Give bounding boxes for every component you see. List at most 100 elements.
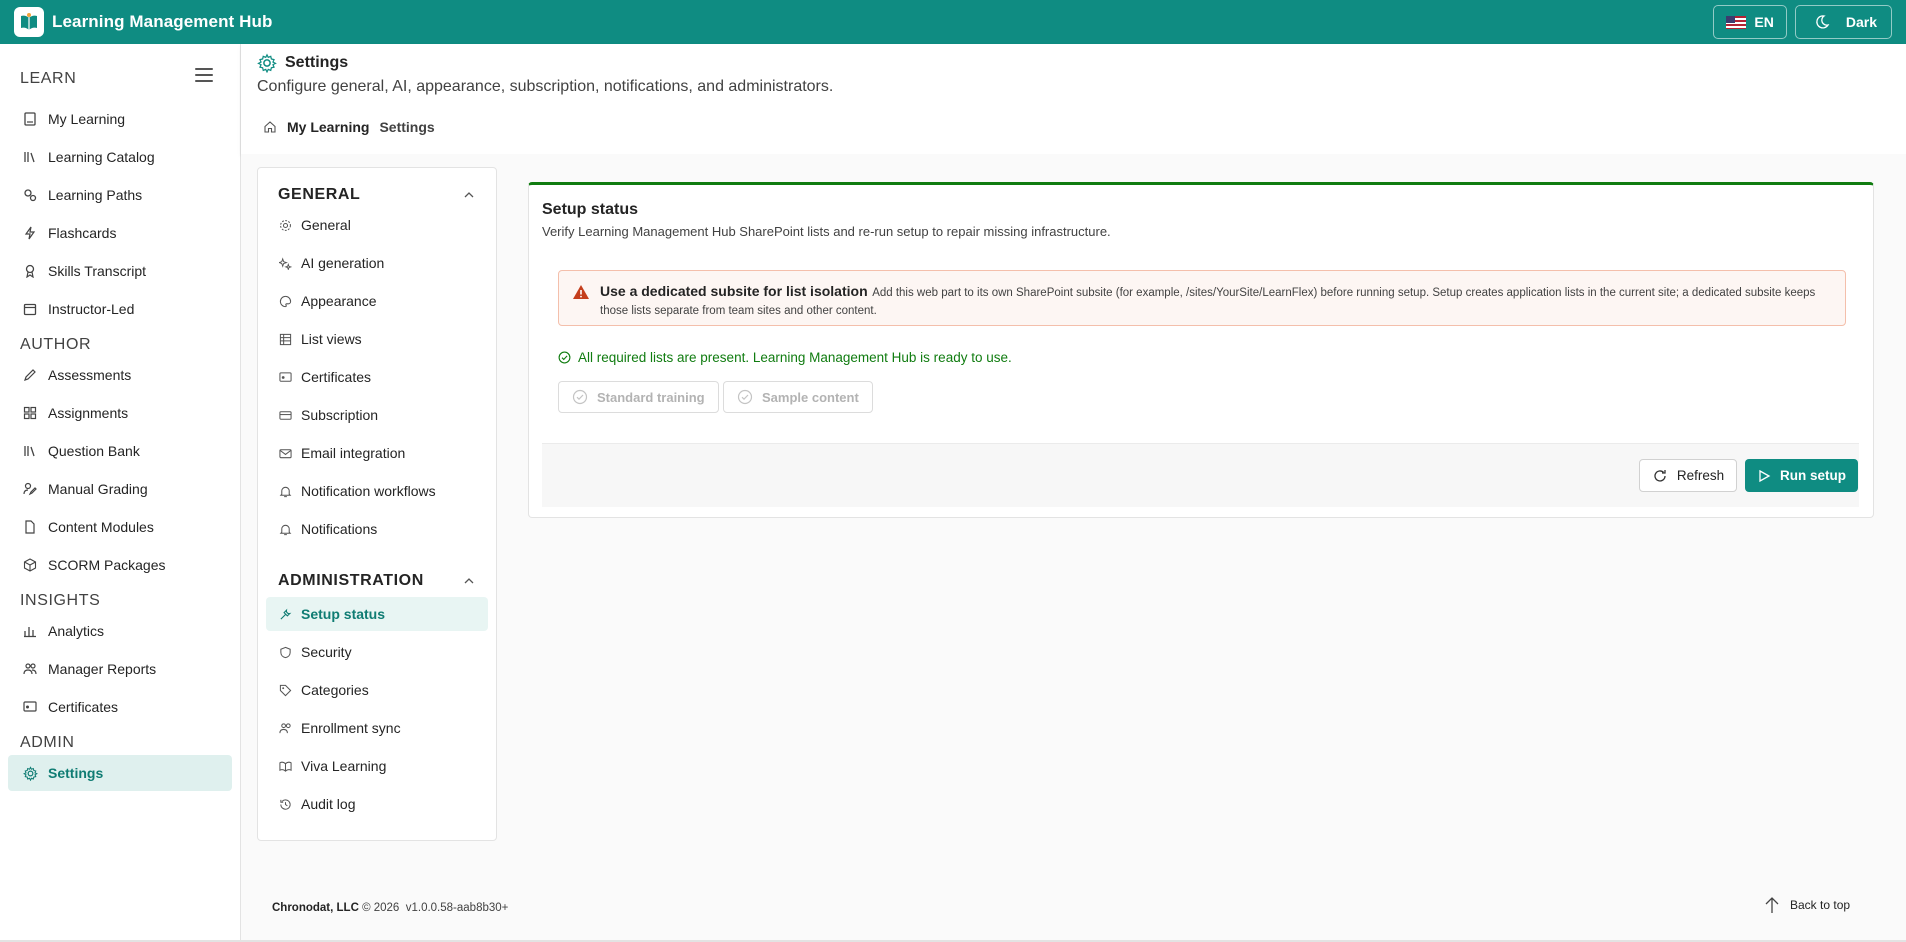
gear-icon	[22, 765, 38, 781]
settings-item-notifications[interactable]: Notifications	[266, 512, 488, 546]
sidebar-item-skills-transcript[interactable]: Skills Transcript	[8, 253, 232, 289]
settings-item-ai-generation[interactable]: AI generation	[266, 246, 488, 280]
settings-item-label: Email integration	[301, 445, 406, 461]
sidebar-item-manager-reports[interactable]: Manager Reports	[8, 651, 232, 687]
sidebar-item-label: My Learning	[48, 111, 126, 127]
run-setup-button[interactable]: Run setup	[1745, 459, 1858, 492]
settings-item-security[interactable]: Security	[266, 635, 488, 669]
app-logo-icon	[14, 7, 44, 37]
settings-item-label: Appearance	[301, 293, 377, 309]
chart-icon	[22, 623, 38, 639]
sidebar-item-analytics[interactable]: Analytics	[8, 613, 232, 649]
home-icon[interactable]	[263, 120, 277, 134]
sidebar-item-label: Skills Transcript	[48, 263, 147, 279]
sidebar-item-manual-grading[interactable]: Manual Grading	[8, 471, 232, 507]
refresh-icon	[1654, 469, 1666, 482]
wrench-icon	[278, 607, 292, 621]
sidebar-item-label: Learning Catalog	[48, 149, 155, 165]
edit-person-icon	[22, 481, 38, 497]
top-bar: Learning Management Hub EN Dark	[0, 0, 1906, 44]
ribbon-icon	[22, 263, 38, 279]
sidebar-item-label: Manual Grading	[48, 481, 148, 497]
refresh-label: Refresh	[1676, 468, 1725, 483]
app-title: Learning Management Hub	[52, 12, 273, 31]
card-subtitle: Verify Learning Management Hub SharePoin…	[542, 224, 1111, 239]
play-icon	[1759, 469, 1771, 482]
menu-toggle-icon[interactable]	[195, 68, 213, 82]
sidebar-item-learning-paths[interactable]: Learning Paths	[8, 177, 232, 213]
credit-card-icon	[278, 408, 292, 422]
chevron-up-icon[interactable]	[463, 189, 475, 201]
sidebar-item-assessments[interactable]: Assessments	[8, 357, 232, 393]
settings-item-audit-log[interactable]: Audit log	[266, 787, 488, 821]
path-icon	[22, 187, 38, 203]
settings-item-subscription[interactable]: Subscription	[266, 398, 488, 432]
certificate-icon	[278, 370, 292, 384]
check-circle-icon	[558, 351, 571, 364]
settings-item-appearance[interactable]: Appearance	[266, 284, 488, 318]
people-sync-icon	[278, 721, 292, 735]
library-icon	[22, 149, 38, 165]
settings-item-enrollment-sync[interactable]: Enrollment sync	[266, 711, 488, 745]
settings-item-categories[interactable]: Categories	[266, 673, 488, 707]
back-to-top-link[interactable]: Back to top	[1764, 896, 1850, 914]
settings-item-list-views[interactable]: List views	[266, 322, 488, 356]
settings-item-label: Certificates	[301, 369, 372, 385]
sidebar-item-label: Question Bank	[48, 443, 140, 459]
flash-icon	[22, 225, 38, 241]
page-title: Settings	[285, 54, 349, 71]
language-button[interactable]: EN	[1713, 5, 1787, 39]
page-header: Settings Configure general, AI, appearan…	[241, 44, 1906, 154]
sidebar-item-my-learning[interactable]: My Learning	[8, 101, 232, 137]
gear-icon	[257, 53, 277, 73]
table-icon	[278, 332, 292, 346]
sidebar-item-instructor-led[interactable]: Instructor-Led	[8, 291, 232, 327]
settings-item-notification-workflows[interactable]: Notification workflows	[266, 474, 488, 508]
history-icon	[278, 797, 292, 811]
sidebar-item-label: Assignments	[48, 405, 129, 421]
chevron-up-icon[interactable]	[463, 575, 475, 587]
refresh-button[interactable]: Refresh	[1639, 459, 1737, 492]
sidebar: LEARN My Learning Learning Catalog Learn…	[0, 44, 241, 942]
settings-item-email-integration[interactable]: Email integration	[266, 436, 488, 470]
sidebar-item-label: Flashcards	[48, 225, 117, 241]
theme-label: Dark	[1845, 14, 1877, 30]
settings-item-label: Subscription	[301, 407, 379, 423]
sidebar-item-assignments[interactable]: Assignments	[8, 395, 232, 431]
company-name: Chronodat, LLC	[272, 902, 359, 914]
calendar-icon	[22, 301, 38, 317]
version: v1.0.0.58-aab8b30+	[405, 902, 509, 914]
sidebar-item-question-bank[interactable]: Question Bank	[8, 433, 232, 469]
people-icon	[22, 661, 38, 677]
sidebar-item-scorm-packages[interactable]: SCORM Packages	[8, 547, 232, 583]
bell-icon	[278, 484, 292, 498]
sidebar-item-learning-catalog[interactable]: Learning Catalog	[8, 139, 232, 175]
document-icon	[22, 519, 38, 535]
sidebar-item-label: Content Modules	[48, 519, 154, 535]
page-subtitle: Configure general, AI, appearance, subsc…	[257, 78, 834, 95]
us-flag-icon	[1726, 15, 1747, 29]
card-footer: Refresh Run setup	[542, 443, 1859, 507]
book-icon	[22, 111, 38, 127]
settings-nav: GENERAL General AI generation Appearance…	[257, 167, 497, 841]
sidebar-item-settings[interactable]: Settings	[8, 755, 232, 791]
sidebar-item-certificates[interactable]: Certificates	[8, 689, 232, 725]
check-circle-icon	[737, 389, 753, 405]
sidebar-item-content-modules[interactable]: Content Modules	[8, 509, 232, 545]
chip-label: Standard training	[597, 389, 705, 405]
sidebar-item-label: Analytics	[48, 623, 105, 639]
tag-icon	[278, 683, 292, 697]
breadcrumb-item-my-learning[interactable]: My Learning	[287, 119, 369, 135]
setup-status-card: Setup status Verify Learning Management …	[528, 182, 1874, 518]
footer-info: Chronodat, LLC © 2026 v1.0.0.58-aab8b30+	[272, 902, 508, 914]
sidebar-item-flashcards[interactable]: Flashcards	[8, 215, 232, 251]
settings-item-general[interactable]: General	[266, 208, 488, 242]
settings-item-setup-status[interactable]: Setup status	[266, 597, 488, 631]
settings-item-label: Audit log	[301, 796, 356, 812]
certificate-icon	[22, 699, 38, 715]
settings-item-certificates[interactable]: Certificates	[266, 360, 488, 394]
theme-toggle-button[interactable]: Dark	[1794, 5, 1892, 39]
sidebar-item-label: Certificates	[48, 699, 119, 715]
grid-icon	[22, 405, 38, 421]
settings-item-viva-learning[interactable]: Viva Learning	[266, 749, 488, 783]
